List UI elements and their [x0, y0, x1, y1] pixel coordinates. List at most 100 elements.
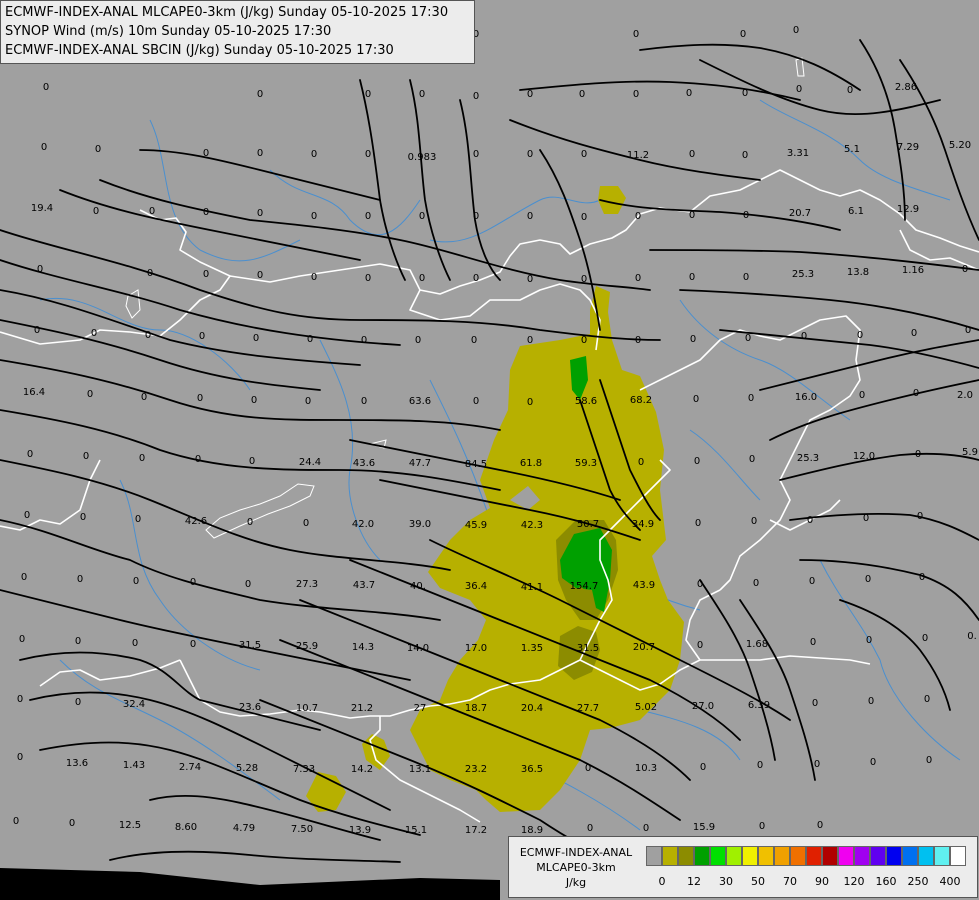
sbcin-value: 42.6	[185, 516, 207, 527]
sbcin-value: 0	[361, 335, 367, 346]
sbcin-value: 5.9	[962, 447, 978, 458]
sbcin-value: 0	[365, 273, 371, 284]
sbcin-value: 42.0	[352, 519, 374, 530]
sbcin-value: 0	[311, 211, 317, 222]
sbcin-value: 0	[141, 392, 147, 403]
sbcin-value: 7.29	[897, 142, 919, 153]
sbcin-value: 50.7	[577, 519, 599, 530]
sbcin-value: 58.6	[575, 396, 597, 407]
sbcin-value: 18.7	[465, 703, 487, 714]
legend-tick-label: 0	[658, 875, 666, 888]
sbcin-value: 25.3	[792, 269, 814, 280]
weather-map: 0009.9300000000000000002.860000000.98300…	[0, 0, 979, 900]
sbcin-value: 0	[419, 211, 425, 222]
sbcin-value: 2.0	[957, 390, 973, 401]
sbcin-value: 0	[962, 264, 968, 275]
sbcin-value: 0	[365, 89, 371, 100]
sbcin-value: 0	[740, 29, 746, 40]
legend-title-model: ECMWF-INDEX-ANAL	[519, 846, 633, 859]
legend-tick-label: 400	[939, 875, 961, 888]
sbcin-value: 0	[93, 206, 99, 217]
sbcin-value: 31.5	[577, 643, 599, 654]
sbcin-value: 0	[311, 272, 317, 283]
sbcin-value: 84.5	[465, 459, 487, 470]
sbcin-value: 0	[693, 394, 699, 405]
sbcin-value: 0	[847, 85, 853, 96]
sbcin-value: 40.	[410, 581, 426, 592]
sbcin-value: 10.7	[296, 703, 318, 714]
sbcin-value: 0	[865, 574, 871, 585]
sbcin-value: 25.9	[296, 641, 318, 652]
sbcin-value: 0	[581, 212, 587, 223]
sbcin-value: 0	[587, 823, 593, 834]
sbcin-value: 0	[311, 149, 317, 160]
legend-tick-label: 90	[815, 875, 829, 888]
sbcin-value: 0	[203, 207, 209, 218]
sbcin-value: 0	[689, 272, 695, 283]
sbcin-value: 25.3	[797, 453, 819, 464]
sbcin-value: 0	[257, 208, 263, 219]
sbcin-value: 24.4	[299, 457, 321, 468]
sbcin-value: 0	[812, 698, 818, 709]
sbcin-value: 36.4	[465, 581, 487, 592]
sbcin-value: 27	[414, 703, 427, 714]
sbcin-value: 43.6	[353, 458, 375, 469]
sbcin-value: 0	[817, 820, 823, 831]
legend-title-param: MLCAPE0-3km	[536, 861, 616, 874]
sbcin-value: 0	[810, 637, 816, 648]
sbcin-value: 43.7	[353, 580, 375, 591]
sbcin-value: 39.0	[409, 519, 431, 530]
sbcin-value: 0	[686, 88, 692, 99]
sbcin-value: 0	[635, 211, 641, 222]
sbcin-value: 20.4	[521, 703, 543, 714]
sbcin-value: 0	[34, 325, 40, 336]
sbcin-value: 0	[581, 274, 587, 285]
sbcin-value: 0	[249, 456, 255, 467]
sbcin-value: 0	[27, 449, 33, 460]
legend-color-swatch	[950, 846, 966, 866]
sbcin-value: 0	[83, 451, 89, 462]
sbcin-value: 16.0	[795, 392, 817, 403]
sbcin-value: 0	[697, 579, 703, 590]
sbcin-value: 0	[17, 752, 23, 763]
sbcin-value: 0	[753, 578, 759, 589]
sbcin-value: 0	[41, 142, 47, 153]
sbcin-value: 0	[257, 270, 263, 281]
header-line-cape: ECMWF-INDEX-ANAL MLCAPE0-3km (J/kg) Sund…	[5, 5, 449, 20]
sbcin-value: 0	[527, 149, 533, 160]
sbcin-value: 68.2	[630, 395, 652, 406]
legend-tick-label: 160	[875, 875, 897, 888]
legend-color-swatch	[678, 846, 694, 866]
sbcin-value: 6.1	[848, 206, 864, 217]
sbcin-value: 0	[635, 273, 641, 284]
sbcin-value: 63.6	[409, 396, 431, 407]
sbcin-value: 0	[251, 395, 257, 406]
sbcin-value: 0	[132, 638, 138, 649]
sbcin-value: 1.43	[123, 760, 145, 771]
sbcin-value: 0	[87, 389, 93, 400]
sbcin-value: 0	[689, 149, 695, 160]
sbcin-value: 0	[473, 396, 479, 407]
sbcin-value: 0	[695, 518, 701, 529]
header-line-wind: SYNOP Wind (m/s) 10m Sunday 05-10-2025 1…	[5, 24, 332, 39]
sbcin-value: 0	[866, 635, 872, 646]
sbcin-value: 0	[419, 273, 425, 284]
sbcin-value: 18.9	[521, 825, 543, 836]
sbcin-value: 4.79	[233, 823, 255, 834]
sbcin-value: 0	[37, 264, 43, 275]
legend-color-swatch	[774, 846, 790, 866]
sbcin-value: 0	[19, 634, 25, 645]
sbcin-value: 41.1	[521, 582, 543, 593]
sbcin-value: 0	[257, 89, 263, 100]
color-legend: ECMWF-INDEX-ANAL MLCAPE0-3km J/kg 0 12 30 5…	[508, 836, 978, 898]
sbcin-value: 47.7	[409, 458, 431, 469]
sbcin-value: 23.2	[465, 764, 487, 775]
sbcin-value: 0	[749, 454, 755, 465]
legend-color-swatch	[742, 846, 758, 866]
sbcin-value: 2.86	[895, 82, 917, 93]
sbcin-value: 0	[807, 515, 813, 526]
sbcin-value: 0	[307, 334, 313, 345]
sbcin-value: 5.1	[844, 144, 860, 155]
sbcin-value: 1.68	[746, 639, 768, 650]
map-header: ECMWF-INDEX-ANAL MLCAPE0-3km (J/kg) Sund…	[0, 0, 475, 64]
